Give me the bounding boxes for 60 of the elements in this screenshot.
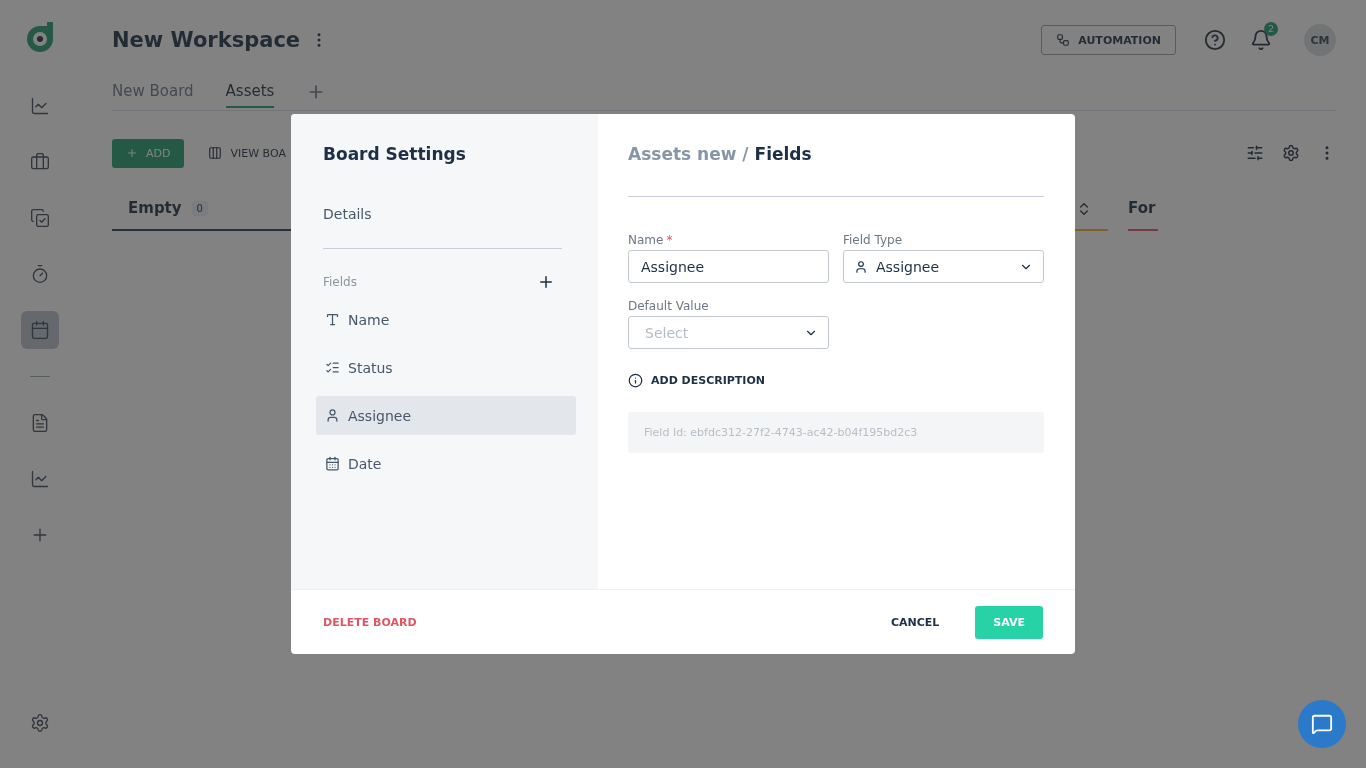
chat-icon [1311,713,1333,735]
add-field-icon[interactable] [537,273,555,291]
field-id: Field Id: ebfdc312-27f2-4743-ac42-b04f195bd2c3 [628,412,1044,453]
workspace-title: New Workspace [112,28,301,52]
timer-icon [30,264,50,284]
cancel-button[interactable]: CANCEL [884,614,946,630]
field-label: Name * [628,233,674,247]
columns-icon [208,146,223,160]
field-name: Date [348,455,382,472]
breadcrumb-parent[interactable]: Assets new / [628,144,749,164]
text-icon [325,312,340,327]
field-item[interactable]: Name [316,300,576,339]
list-icon [325,360,340,375]
add-description-button[interactable]: ADD DESCRIPTION [628,373,1044,388]
field-name: Assignee [348,407,412,424]
field-label: Default Value [628,299,710,313]
dialog-title: Board Settings [323,144,467,164]
logo-icon [25,22,55,54]
save-button[interactable]: SAVE [975,605,1043,639]
document-icon [30,413,50,433]
info-icon [628,373,643,388]
chart-icon [30,469,50,489]
checklist-icon [30,208,50,228]
field-item[interactable]: Date [316,444,576,483]
field-item[interactable]: Status [316,348,576,387]
board-tab[interactable]: Assets [225,82,275,108]
sidebar-item[interactable] [21,311,59,349]
delete-board-button[interactable]: DELETE BOARD [323,615,417,629]
settings-icon[interactable] [30,713,50,733]
field-type-select[interactable]: Assignee [843,250,1044,283]
workflow-icon [1056,33,1071,47]
fields-label: Fields [323,275,357,289]
help-icon[interactable] [1204,29,1226,51]
add-button[interactable]: ADD [112,138,185,168]
field-item[interactable]: Assignee [316,396,576,435]
column-title: For [1128,199,1156,217]
field-name: Status [348,359,393,376]
plus-icon [126,147,138,159]
details-item[interactable]: Details [323,206,562,249]
field-name: Name [348,311,390,328]
default-value-select[interactable]: Select [628,316,829,349]
chart-icon [30,96,50,116]
user-avatar[interactable]: CM [1304,24,1336,56]
breadcrumb-current: Fields [754,144,812,164]
filter-icon[interactable] [1246,144,1264,162]
board-tab[interactable]: New Board [112,82,194,108]
name-input[interactable]: Assignee [628,250,829,283]
user-icon [854,259,868,274]
settings-icon[interactable] [1282,144,1300,162]
calendar-icon [30,320,50,340]
automation-button[interactable]: AUTOMATION [1041,25,1176,55]
briefcase-icon [30,152,50,172]
view-button[interactable]: VIEW BOA [202,145,292,161]
chat-button[interactable] [1298,700,1346,748]
column-count: 0 [191,200,208,216]
calendar-icon [325,456,340,471]
column-title: Empty [128,199,182,217]
notification-badge: 2 [1264,22,1278,36]
user-icon [325,408,340,423]
field-label: Field Type [843,233,904,247]
